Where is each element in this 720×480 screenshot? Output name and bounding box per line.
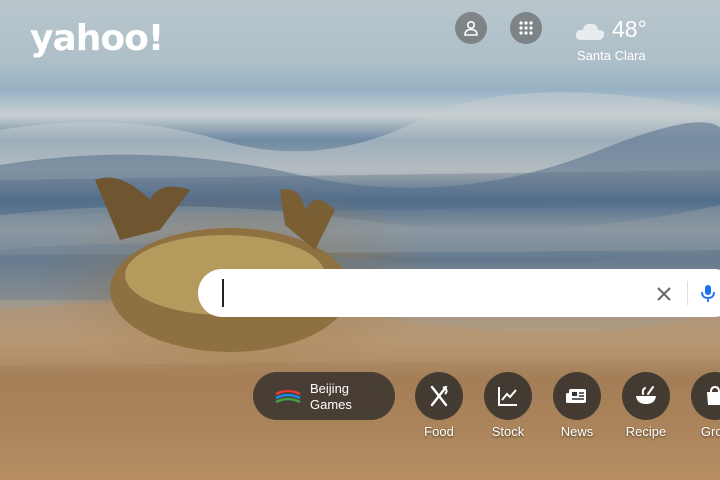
promo-label-line2: Games	[310, 397, 352, 412]
olympic-logo-icon	[275, 389, 301, 404]
shortcut-news[interactable]: News	[547, 372, 607, 442]
shortcut-stock[interactable]: Stock	[478, 372, 538, 442]
chart-icon	[498, 387, 517, 406]
search-bar[interactable]	[198, 269, 720, 317]
shopping-bag-icon	[707, 385, 720, 405]
shortcut-grocery[interactable]: Groc	[685, 372, 720, 442]
fork-knife-icon	[430, 385, 448, 407]
shortcut-label: Recipe	[625, 424, 667, 439]
account-button[interactable]	[455, 12, 487, 44]
newspaper-icon	[566, 389, 586, 403]
close-icon[interactable]	[654, 284, 674, 304]
search-input[interactable]	[222, 279, 632, 307]
shortcut-label: Food	[424, 424, 454, 439]
temperature: 48°	[612, 16, 647, 42]
cloud-icon	[575, 23, 605, 40]
shortcut-label: Stock	[491, 424, 525, 439]
search-divider	[687, 281, 688, 305]
person-icon	[464, 20, 478, 36]
shortcut-recipe[interactable]: Recipe	[616, 372, 676, 442]
bowl-icon	[636, 386, 656, 404]
shortcut-label: Groc	[700, 424, 720, 439]
apps-button[interactable]	[510, 12, 542, 44]
location: Santa Clara	[577, 48, 646, 63]
grid-icon	[519, 21, 533, 35]
promo-label-line1: Beijing	[310, 381, 350, 396]
shortcut-food[interactable]: Food	[409, 372, 469, 442]
promo-beijing-games[interactable]: Beijing Games	[253, 372, 395, 420]
shortcut-label: News	[560, 424, 594, 439]
mic-icon[interactable]	[698, 283, 718, 303]
yahoo-logo[interactable]: yahoo!	[30, 18, 164, 59]
